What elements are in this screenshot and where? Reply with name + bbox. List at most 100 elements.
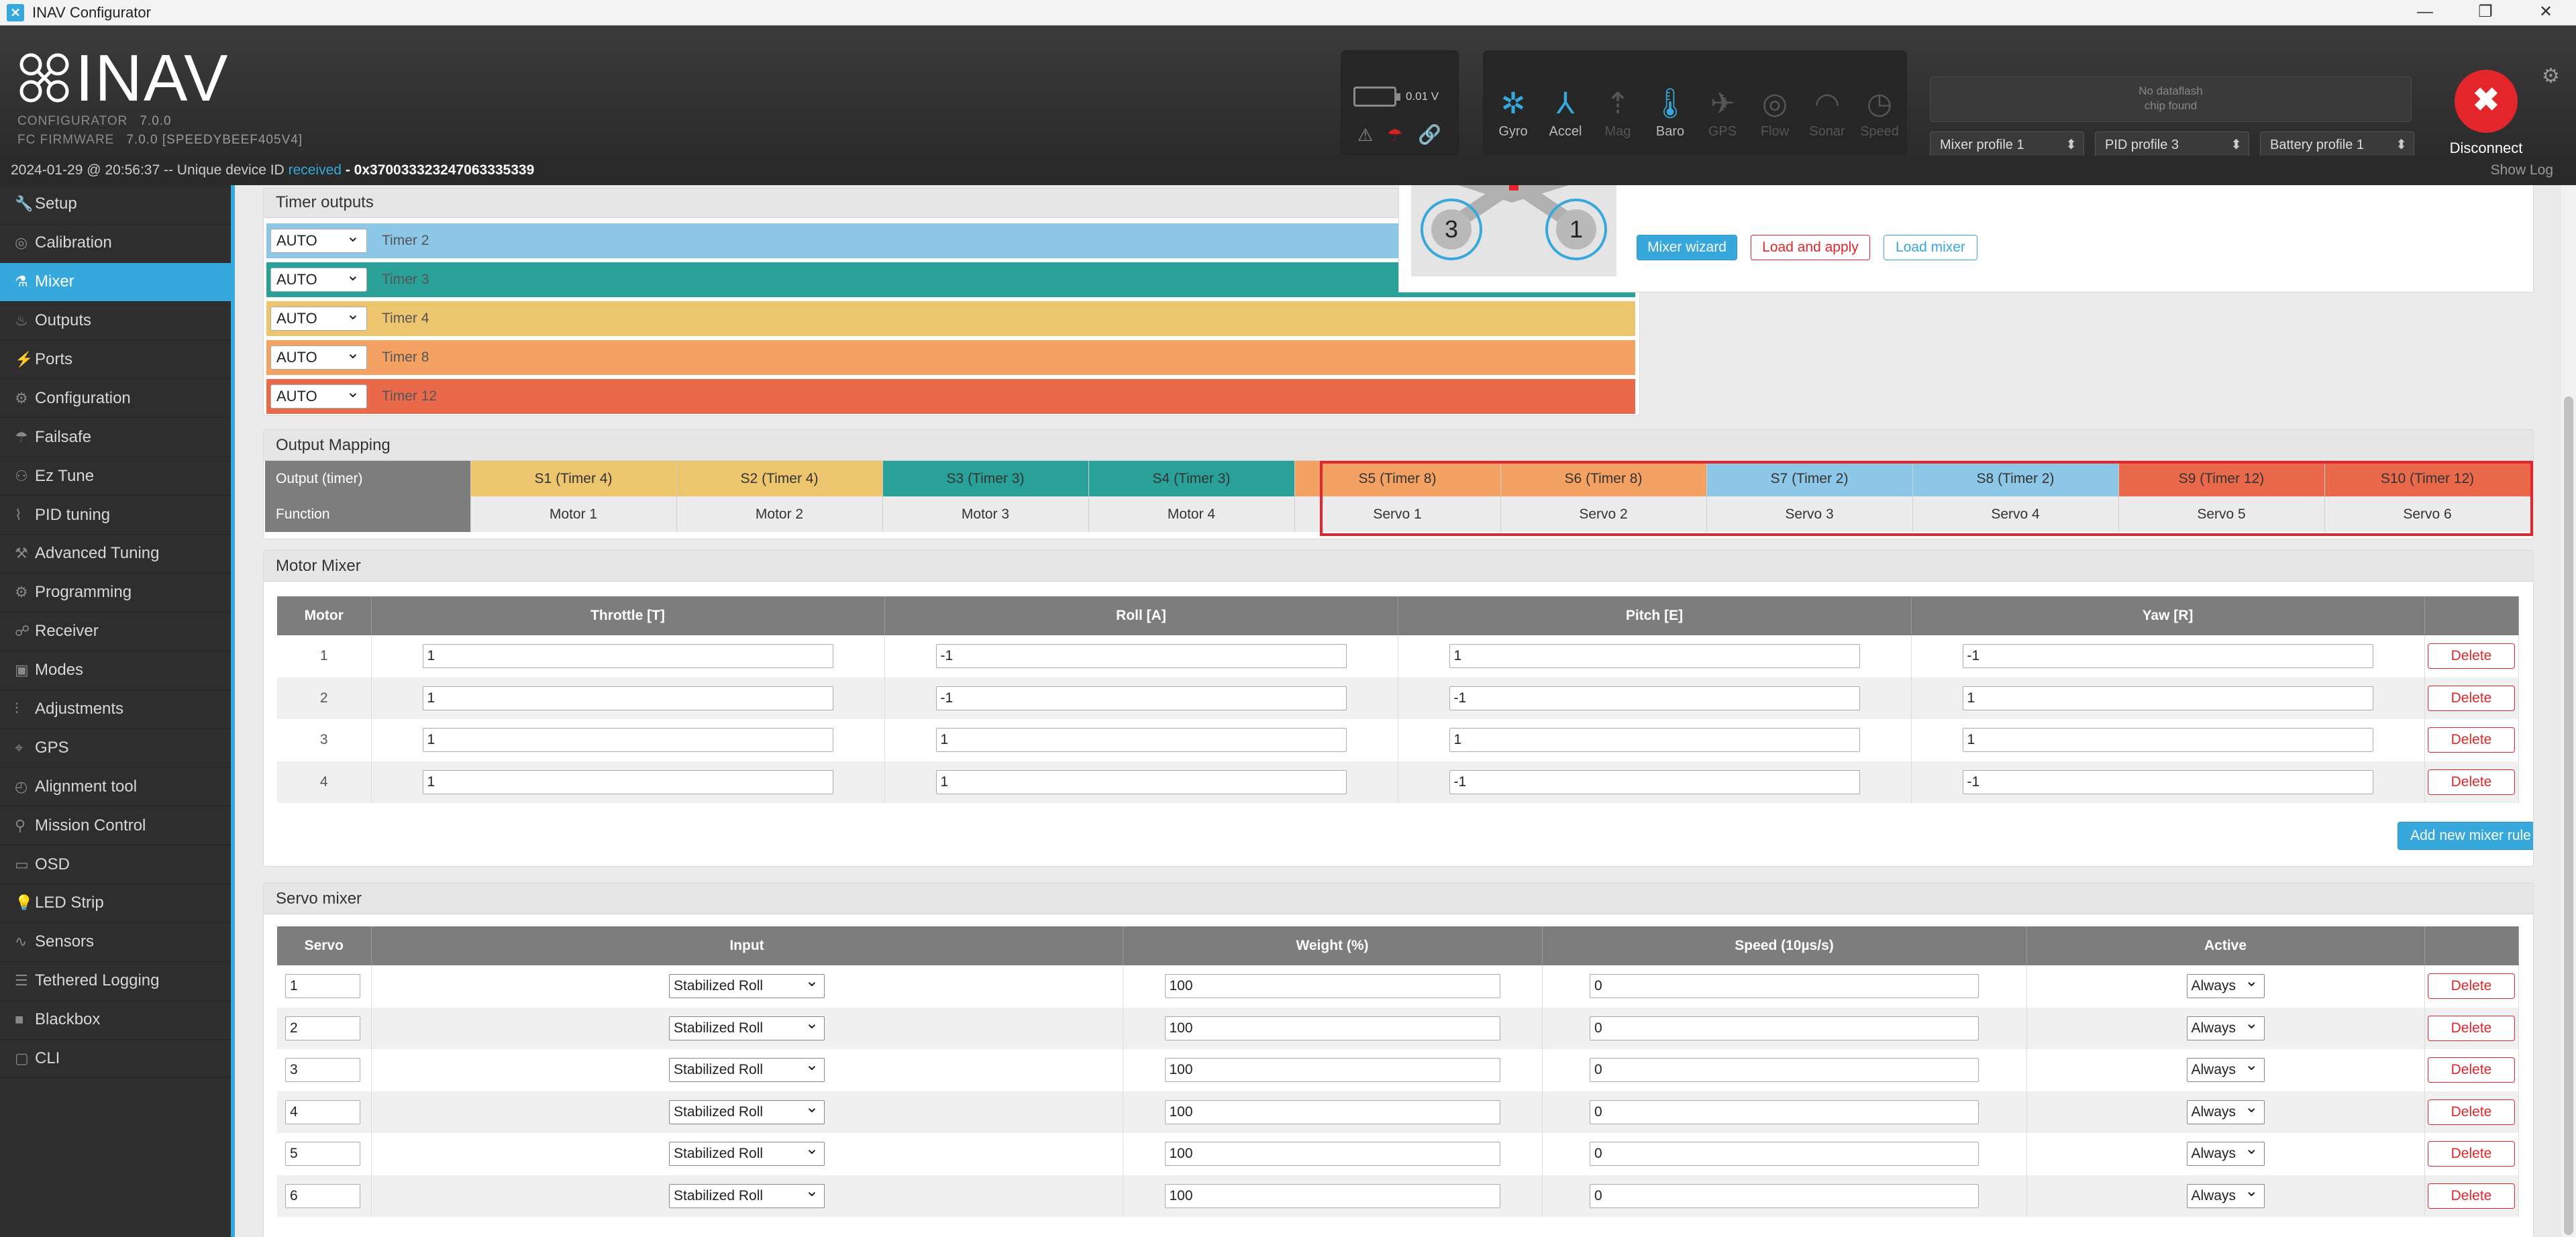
scrollbar-thumb[interactable] (2564, 396, 2573, 1235)
sidebar-item-mission-control[interactable]: ⚲ Mission Control (0, 806, 231, 846)
disconnect-button[interactable]: ✖ Disconnect (2442, 70, 2530, 157)
speed-input[interactable]: 0 (1590, 1058, 1979, 1083)
input-select[interactable]: Stabilized Roll (669, 1096, 825, 1124)
servo-index-input[interactable]: 1 (285, 974, 360, 999)
settings-gear-icon[interactable]: ⚙ (2542, 64, 2560, 88)
timer-2-mode-select[interactable]: AUTO (270, 225, 367, 253)
speed-input[interactable]: 0 (1590, 1099, 1979, 1124)
roll-input[interactable]: 1 (935, 728, 1347, 753)
weight-input[interactable]: 100 (1164, 974, 1500, 999)
input-select[interactable]: Stabilized Roll (669, 1054, 825, 1083)
throttle-input[interactable]: 1 (422, 686, 833, 710)
active-select[interactable]: Always (2186, 1054, 2265, 1083)
mixer-profile-select[interactable]: Mixer profile 1 (1930, 131, 2084, 158)
sidebar-item-programming[interactable]: ⚙ Programming (0, 574, 231, 612)
delete-button[interactable]: Delete (2428, 973, 2515, 1000)
speed-input[interactable]: 0 (1590, 974, 1979, 999)
active-select[interactable]: Always (2186, 970, 2265, 999)
sidebar-item-ports[interactable]: ⚡ Ports (0, 341, 231, 380)
delete-button[interactable]: Delete (2428, 1099, 2515, 1125)
sidebar-item-advanced-tuning[interactable]: ⚒ Advanced Tuning (0, 535, 231, 574)
sidebar-item-cli[interactable]: ▢ CLI (0, 1040, 231, 1079)
sidebar-item-gps[interactable]: ⌖ GPS (0, 729, 231, 768)
pitch-input[interactable]: 1 (1449, 728, 1860, 753)
servo-index-input[interactable]: 4 (285, 1099, 360, 1124)
sidebar-item-mixer[interactable]: ⚗ Mixer (0, 262, 231, 302)
pitch-input[interactable]: -1 (1449, 686, 1860, 710)
delete-button[interactable]: Delete (2428, 1015, 2515, 1041)
weight-input[interactable]: 100 (1164, 1016, 1500, 1040)
mixer-wizard-button[interactable]: Mixer wizard (1637, 235, 1737, 260)
sidebar-item-adjustments[interactable]: ⫶ Adjustments (0, 690, 231, 729)
servo-index-input[interactable]: 6 (285, 1183, 360, 1208)
yaw-input[interactable]: 1 (1962, 728, 2373, 753)
roll-input[interactable]: -1 (935, 686, 1347, 710)
speed-input[interactable]: 0 (1590, 1142, 1979, 1167)
speed-input[interactable]: 0 (1590, 1016, 1979, 1040)
pitch-input[interactable]: -1 (1449, 769, 1860, 794)
add-new-mixer-rule-button[interactable]: Add new mixer rule (2398, 822, 2533, 850)
sidebar-item-sensors[interactable]: ∿ Sensors (0, 923, 231, 962)
motor-3-label: 3 (1445, 215, 1458, 243)
sidebar-item-receiver[interactable]: ☍ Receiver (0, 612, 231, 651)
input-select[interactable]: Stabilized Roll (669, 1180, 825, 1208)
active-select[interactable]: Always (2186, 1096, 2265, 1124)
sidebar-item-outputs[interactable]: ♨ Outputs (0, 302, 231, 341)
sidebar-item-tethered-logging[interactable]: ☰ Tethered Logging (0, 962, 231, 1001)
throttle-input[interactable]: 1 (422, 644, 833, 669)
sidebar-item-pid-tuning[interactable]: ⌇ PID tuning (0, 496, 231, 535)
battery-profile-select[interactable]: Battery profile 1 (2260, 131, 2414, 158)
delete-button[interactable]: Delete (2428, 1141, 2515, 1167)
input-select[interactable]: Stabilized Roll (669, 1138, 825, 1167)
input-select[interactable]: Stabilized Roll (669, 970, 825, 999)
throttle-input[interactable]: 1 (422, 769, 833, 794)
sidebar-item-ez-tune[interactable]: ⚇ Ez Tune (0, 457, 231, 496)
sidebar-item-modes[interactable]: ▣ Modes (0, 651, 231, 690)
timer-4-mode-select[interactable]: AUTO (270, 303, 367, 331)
yaw-input[interactable]: -1 (1962, 644, 2373, 669)
yaw-input[interactable]: 1 (1962, 686, 2373, 710)
pitch-input[interactable]: 1 (1449, 644, 1860, 669)
load-and-apply-button[interactable]: Load and apply (1751, 235, 1870, 260)
delete-button[interactable]: Delete (2428, 643, 2515, 669)
sidebar-item-configuration[interactable]: ⚙ Configuration (0, 379, 231, 419)
sidebar-item-blackbox[interactable]: ■ Blackbox (0, 1001, 231, 1040)
timer-12-mode-select[interactable]: AUTO (270, 381, 367, 409)
sidebar-item-calibration[interactable]: ◎ Calibration (0, 224, 231, 263)
timer-8-mode-select[interactable]: AUTO (270, 342, 367, 370)
weight-input[interactable]: 100 (1164, 1099, 1500, 1124)
sidebar-item-led-strip[interactable]: 💡 LED Strip (0, 884, 231, 923)
sidebar-item-osd[interactable]: ▭ OSD (0, 845, 231, 885)
active-select[interactable]: Always (2186, 1180, 2265, 1208)
weight-input[interactable]: 100 (1164, 1058, 1500, 1083)
sidebar-item-failsafe[interactable]: ☂ Failsafe (0, 418, 231, 458)
roll-input[interactable]: -1 (935, 644, 1347, 669)
active-select[interactable]: Always (2186, 1012, 2265, 1040)
input-select[interactable]: Stabilized Roll (669, 1012, 825, 1040)
speed-input[interactable]: 0 (1590, 1183, 1979, 1208)
sidebar-item-alignment-tool[interactable]: ◴ Alignment tool (0, 767, 231, 807)
content-scrollbar[interactable] (2561, 185, 2576, 1237)
yaw-input[interactable]: -1 (1962, 769, 2373, 794)
servo-index-input[interactable]: 3 (285, 1058, 360, 1083)
servo-index-input[interactable]: 2 (285, 1016, 360, 1040)
weight-input[interactable]: 100 (1164, 1183, 1500, 1208)
delete-button[interactable]: Delete (2428, 769, 2515, 795)
minimize-button[interactable]: — (2395, 0, 2455, 25)
sidebar-item-setup[interactable]: 🔧 Setup (0, 185, 231, 224)
pid-profile-select[interactable]: PID profile 3 (2095, 131, 2249, 158)
delete-button[interactable]: Delete (2428, 727, 2515, 753)
timer-3-mode-select[interactable]: AUTO (270, 264, 367, 292)
weight-input[interactable]: 100 (1164, 1142, 1500, 1167)
throttle-input[interactable]: 1 (422, 728, 833, 753)
restore-button[interactable]: ❐ (2455, 0, 2516, 25)
delete-button[interactable]: Delete (2428, 1057, 2515, 1083)
delete-button[interactable]: Delete (2428, 685, 2515, 711)
delete-button[interactable]: Delete (2428, 1183, 2515, 1209)
servo-index-input[interactable]: 5 (285, 1142, 360, 1167)
load-mixer-button[interactable]: Load mixer (1884, 235, 1977, 260)
active-select[interactable]: Always (2186, 1138, 2265, 1167)
roll-input[interactable]: 1 (935, 769, 1347, 794)
close-button[interactable]: ✕ (2516, 0, 2576, 25)
show-log-link[interactable]: Show Log (2491, 156, 2553, 185)
